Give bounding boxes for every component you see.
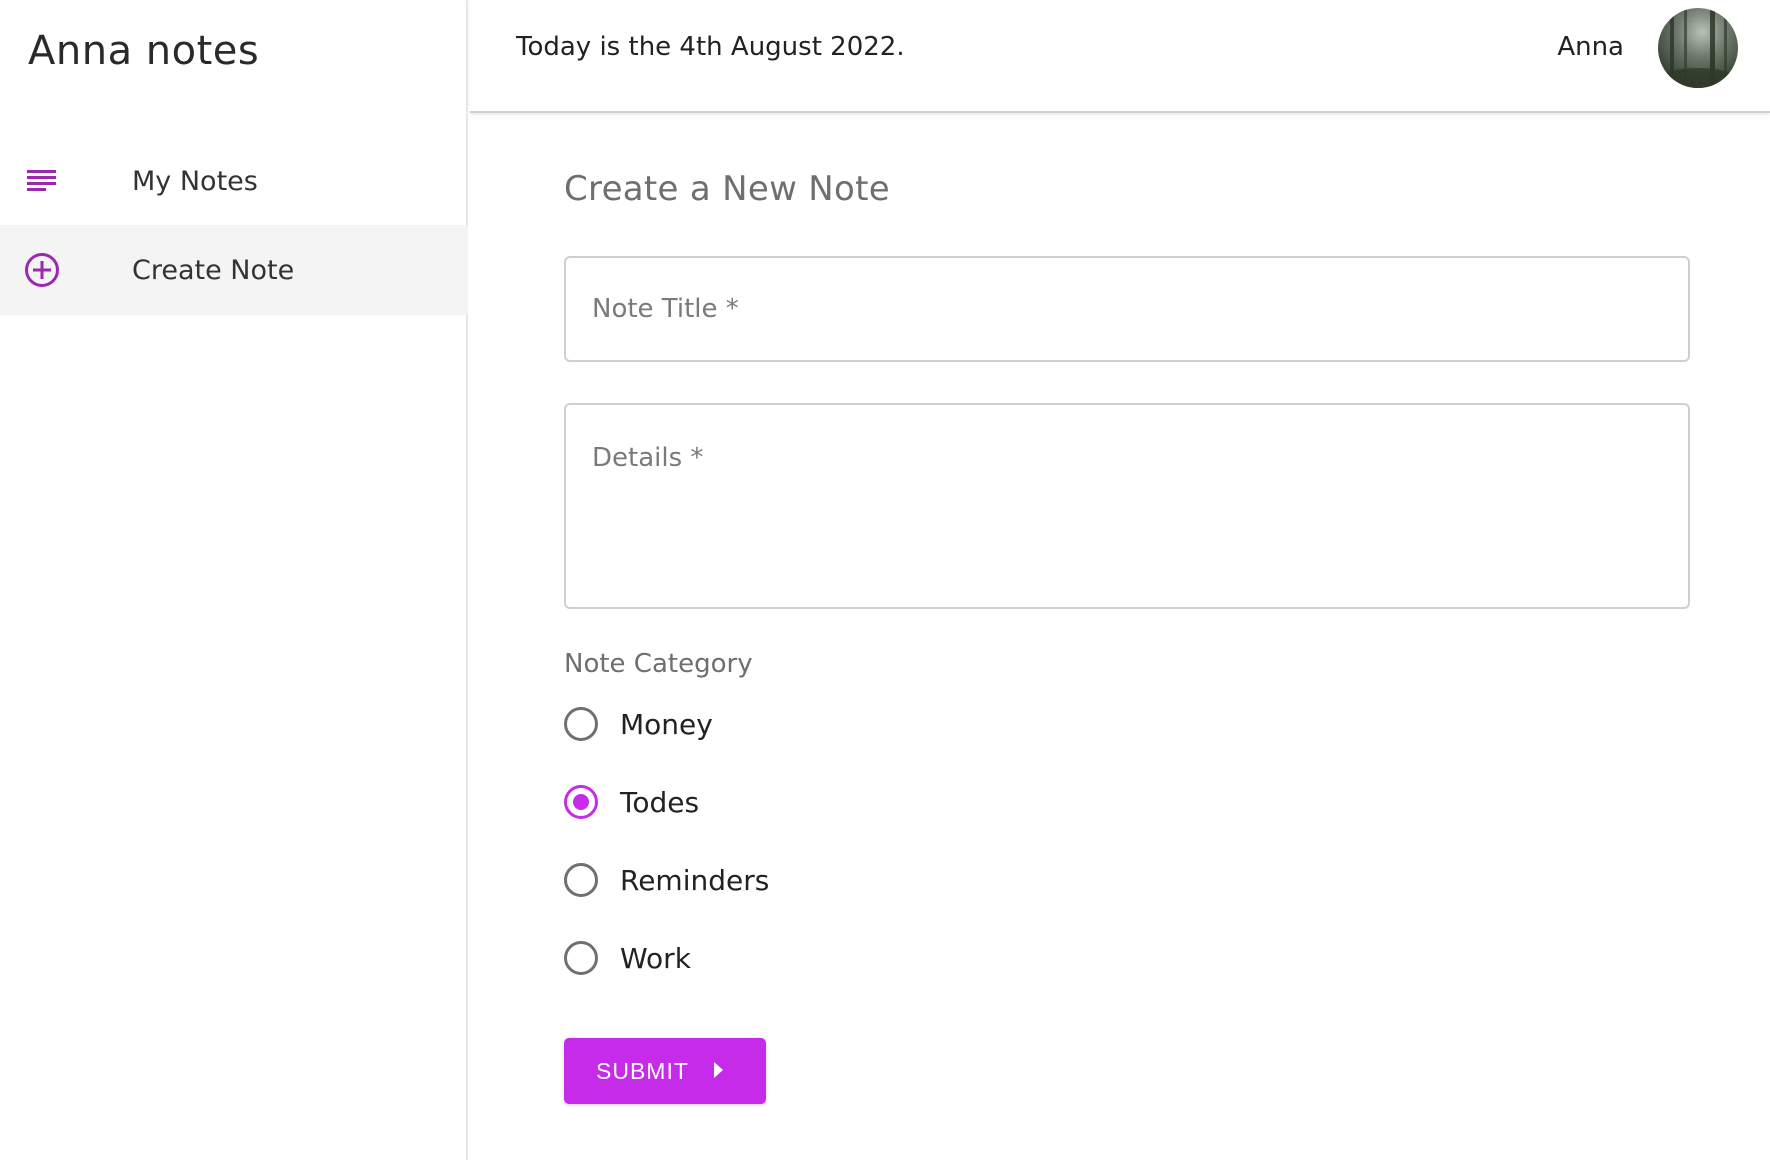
radio-money[interactable]: Money [564, 704, 713, 744]
sidebar-item-label: Create Note [132, 254, 295, 286]
details-placeholder: Details * [592, 443, 704, 473]
radio-checked-icon [564, 785, 598, 819]
page-title: Create a New Note [564, 169, 890, 209]
note-title-placeholder: Note Title * [592, 294, 739, 324]
radio-unchecked-icon [564, 707, 598, 741]
radio-unchecked-icon [564, 941, 598, 975]
sidebar: Anna notes My Notes Create Note [0, 0, 468, 1160]
top-bar: Today is the 4th August 2022. Anna [470, 0, 1770, 113]
note-title-input[interactable]: Note Title * [564, 256, 1690, 362]
note-category-label: Note Category [564, 649, 753, 679]
app-root: Anna notes My Notes Create Note Today is… [0, 0, 1770, 1160]
submit-button[interactable]: SUBMIT [564, 1038, 766, 1104]
avatar[interactable] [1658, 8, 1738, 88]
radio-work[interactable]: Work [564, 938, 691, 978]
radio-label: Reminders [620, 863, 770, 897]
app-title: Anna notes [28, 28, 260, 74]
radio-todes[interactable]: Todes [564, 782, 699, 822]
date-text: Today is the 4th August 2022. [516, 32, 905, 62]
radio-label: Money [620, 707, 713, 741]
add-circle-icon [22, 250, 62, 290]
sidebar-item-label: My Notes [132, 165, 258, 197]
sidebar-item-create-note[interactable]: Create Note [0, 225, 468, 315]
arrow-right-icon [714, 1062, 723, 1078]
radio-label: Todes [620, 785, 700, 819]
radio-label: Work [620, 941, 691, 975]
radio-unchecked-icon [564, 863, 598, 897]
radio-reminders[interactable]: Reminders [564, 860, 769, 900]
submit-label: SUBMIT [596, 1057, 689, 1084]
details-textarea[interactable]: Details * [564, 403, 1690, 609]
notes-list-icon [22, 161, 62, 201]
sidebar-item-my-notes[interactable]: My Notes [0, 136, 468, 226]
create-note-form: Create a New Note Note Title * Details *… [564, 113, 1694, 1160]
user-name: Anna [1557, 32, 1624, 62]
